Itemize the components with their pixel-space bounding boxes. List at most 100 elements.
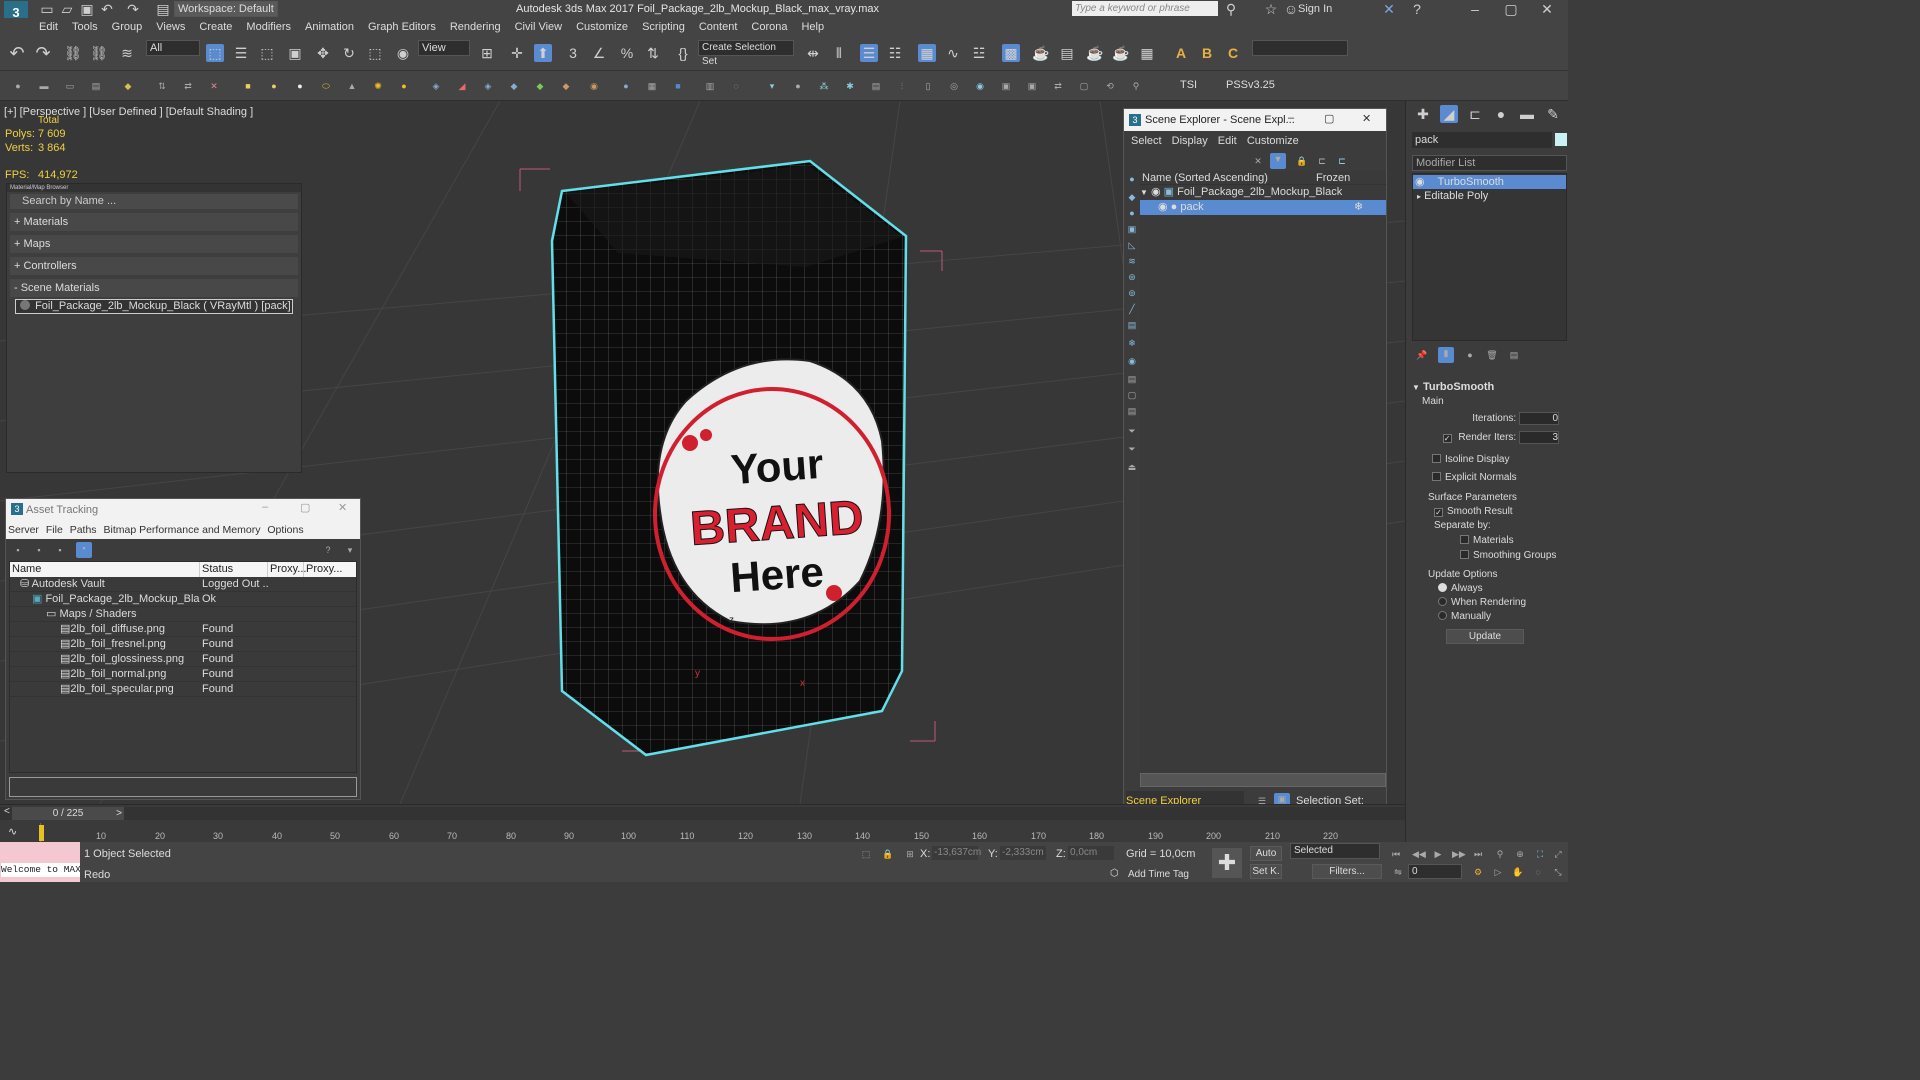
- tool-icon[interactable]: ▥: [704, 80, 716, 92]
- tool-icon[interactable]: ⇄: [1052, 80, 1064, 92]
- remove-modifier-icon[interactable]: 🗑: [1486, 349, 1498, 361]
- always-radio[interactable]: [1438, 583, 1447, 592]
- sun-icon[interactable]: ●: [398, 80, 410, 92]
- display-cameras-icon[interactable]: ▣: [1126, 223, 1138, 235]
- current-frame-field[interactable]: 0: [1408, 864, 1462, 879]
- menu-corona[interactable]: Corona: [744, 18, 794, 37]
- new-file-icon[interactable]: ▭: [38, 0, 56, 18]
- menu-views[interactable]: Views: [149, 18, 192, 37]
- scene-col-name[interactable]: Name (Sorted Ascending): [1140, 171, 1312, 184]
- cylinder-icon[interactable]: ⬭: [320, 80, 332, 92]
- time-slider-thumb[interactable]: 0 / 225 >: [12, 807, 124, 820]
- rectangular-selection-icon[interactable]: ⬚: [258, 44, 276, 62]
- rendered-frame-window-icon[interactable]: ▤: [1058, 44, 1076, 62]
- section-maps[interactable]: + Maps: [10, 235, 298, 253]
- asset-settings-icon[interactable]: ▾: [344, 544, 356, 556]
- menu-content[interactable]: Content: [692, 18, 745, 37]
- display-containers-icon[interactable]: ▤: [1126, 319, 1138, 331]
- object-color-swatch[interactable]: [1555, 133, 1567, 146]
- display-invert-icon[interactable]: ▤: [1126, 405, 1138, 417]
- scene-col-frozen[interactable]: Frozen: [1312, 171, 1350, 184]
- smooth-result-checkbox[interactable]: ✓: [1434, 508, 1443, 517]
- menu-animation[interactable]: Animation: [298, 18, 361, 37]
- tool-icon[interactable]: ◉: [974, 80, 986, 92]
- selection-lock-icon[interactable]: 🔒: [882, 848, 894, 860]
- tool-icon[interactable]: ▢: [1078, 80, 1090, 92]
- asset-menu-bitmap[interactable]: Bitmap Performance and Memory: [103, 524, 260, 536]
- iterations-spinner[interactable]: 0: [1519, 411, 1559, 425]
- time-config-icon[interactable]: ⚙: [1472, 866, 1484, 878]
- render-production-icon[interactable]: ☕: [1086, 44, 1104, 62]
- box-icon[interactable]: ■: [242, 80, 254, 92]
- lock-icon[interactable]: 🔒: [1296, 155, 1308, 167]
- pss-button[interactable]: PSSv3.25: [1226, 79, 1275, 91]
- tool-icon[interactable]: ▦: [646, 80, 658, 92]
- tool-icon[interactable]: ◆: [534, 80, 546, 92]
- angle-snap-icon[interactable]: ∠: [590, 44, 608, 62]
- table-row[interactable]: ⛁ Autodesk Vault Logged Out ...: [10, 577, 356, 592]
- tool-icon[interactable]: ⚲: [1130, 80, 1142, 92]
- schematic-view-icon[interactable]: ☳: [970, 44, 988, 62]
- layer-icon[interactable]: ⏏: [1126, 461, 1138, 473]
- tool-icon[interactable]: ⁂: [818, 80, 830, 92]
- make-unique-icon[interactable]: ●: [1464, 349, 1476, 361]
- tool-icon[interactable]: ◆: [122, 80, 134, 92]
- tool-icon[interactable]: ◆: [560, 80, 572, 92]
- clear-filter-icon[interactable]: ✕: [1252, 155, 1264, 167]
- maximize-icon[interactable]: ▢: [1502, 0, 1520, 18]
- col-name[interactable]: Name: [10, 562, 200, 577]
- utilities-tab-icon[interactable]: ✎: [1544, 105, 1562, 123]
- tool-icon[interactable]: ●: [792, 80, 804, 92]
- tool-icon[interactable]: ◈: [482, 80, 494, 92]
- tsi-button[interactable]: TSI: [1180, 79, 1197, 91]
- asset-menu-file[interactable]: File: [46, 524, 63, 536]
- maxscript-listener[interactable]: Welcome to MAX: [0, 842, 80, 882]
- bind-space-warp-icon[interactable]: ≋: [118, 44, 136, 62]
- sun-icon[interactable]: ✺: [372, 80, 384, 92]
- isoline-checkbox[interactable]: [1432, 454, 1441, 463]
- curve-editor-icon[interactable]: ∿: [944, 44, 962, 62]
- when-rendering-radio[interactable]: [1438, 597, 1447, 606]
- tool-icon[interactable]: ◎: [948, 80, 960, 92]
- undo-icon[interactable]: ↶: [98, 0, 116, 18]
- display-hidden-icon[interactable]: ◉: [1126, 355, 1138, 367]
- display-frozen-icon[interactable]: ❄: [1126, 337, 1138, 349]
- display-lights-icon[interactable]: ●: [1126, 207, 1138, 219]
- render-iters-spinner[interactable]: 3: [1519, 430, 1559, 444]
- scene-menu-customize[interactable]: Customize: [1247, 135, 1299, 147]
- select-manipulate-icon[interactable]: ✛: [508, 44, 526, 62]
- asset-help-icon[interactable]: ?: [322, 544, 334, 556]
- maximize-viewport-icon[interactable]: ⤢: [1552, 848, 1564, 860]
- window-crossing-icon[interactable]: ▣: [286, 44, 304, 62]
- scene-hscrollbar[interactable]: [1140, 773, 1386, 787]
- tool-icon[interactable]: ■: [672, 80, 684, 92]
- col-proxy1[interactable]: Proxy...: [268, 562, 306, 577]
- time-slider[interactable]: < 0 / 225 >: [0, 806, 1405, 820]
- scene-maximize-icon[interactable]: ▢: [1324, 112, 1334, 125]
- tool-icon[interactable]: ▣: [1026, 80, 1038, 92]
- keyboard-shortcut-override-icon[interactable]: ⬆: [534, 44, 552, 62]
- place-icon[interactable]: ◉: [394, 44, 412, 62]
- table-row[interactable]: ▤2lb_foil_specular.png Found: [10, 682, 356, 697]
- walkthrough-icon[interactable]: ⤡: [1552, 866, 1564, 878]
- visibility-eye-icon[interactable]: ◉: [1158, 201, 1168, 213]
- toggle-scene-explorer-icon[interactable]: ☰: [860, 44, 878, 62]
- foil-package-model[interactable]: Your BRAND Here z y x: [510, 151, 970, 771]
- asset-path-field[interactable]: [9, 777, 357, 797]
- asset-tool-icon[interactable]: ▪: [54, 544, 66, 556]
- go-to-start-icon[interactable]: ⏮: [1390, 848, 1402, 860]
- manually-radio[interactable]: [1438, 611, 1447, 620]
- toggle-layer-explorer-icon[interactable]: ☷: [886, 44, 904, 62]
- zoom-extents-icon[interactable]: ⛶: [1534, 848, 1546, 860]
- text-a-icon[interactable]: A: [1172, 44, 1190, 62]
- binoculars-icon[interactable]: ⚲: [1222, 0, 1240, 18]
- cone-icon[interactable]: ▲: [346, 80, 358, 92]
- update-button[interactable]: Update: [1446, 629, 1524, 644]
- align-icon[interactable]: ⫴: [830, 44, 848, 62]
- field-of-view-icon[interactable]: ▷: [1492, 866, 1504, 878]
- material-editor-icon[interactable]: ▩: [1002, 44, 1020, 62]
- scene-close-icon[interactable]: ✕: [1362, 112, 1371, 125]
- key-mode-plus-button[interactable]: ✚: [1212, 848, 1242, 878]
- curve-editor-mini-icon[interactable]: ∿: [8, 825, 17, 838]
- add-time-tag[interactable]: Add Time Tag: [1128, 869, 1189, 880]
